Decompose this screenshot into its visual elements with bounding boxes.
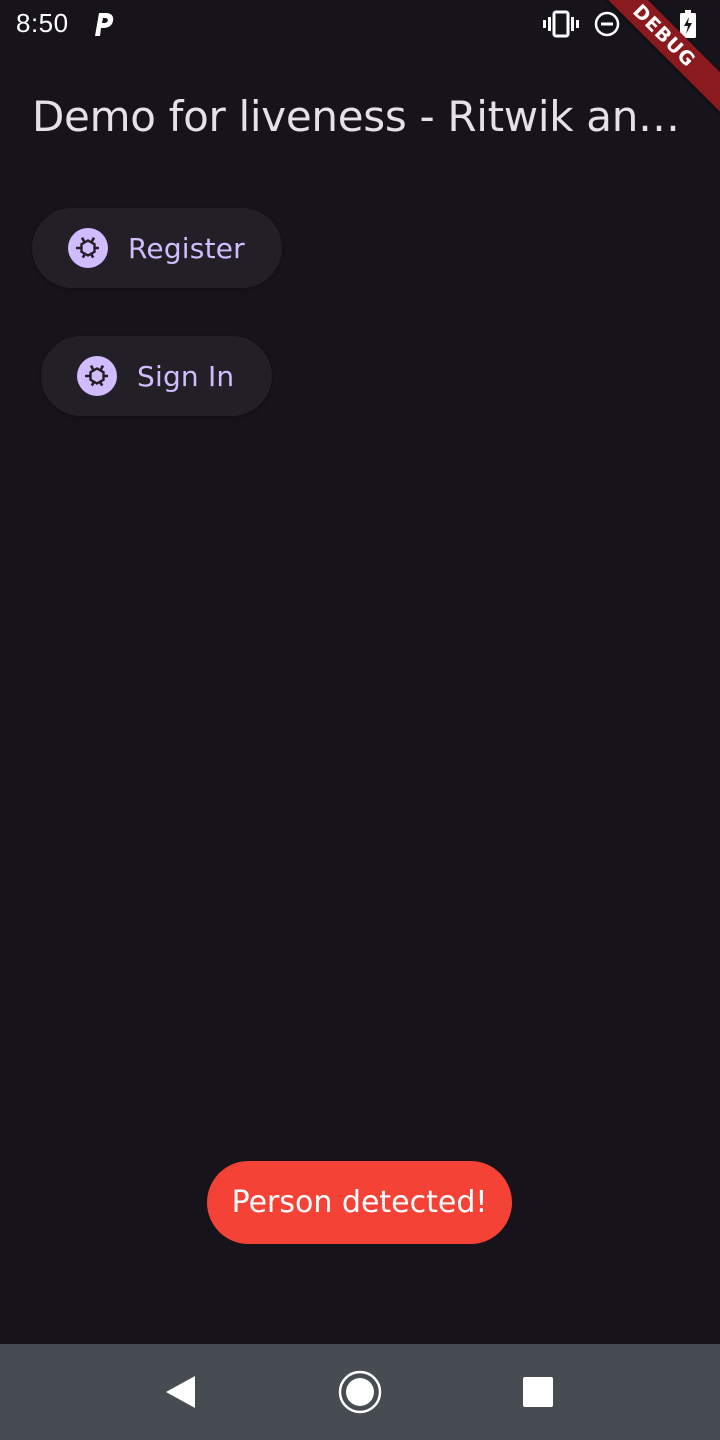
status-bar: 8:50 [0, 0, 720, 48]
sign-in-button[interactable]: Sign In [41, 336, 272, 416]
p-icon [95, 13, 114, 36]
battery-charging-icon [680, 10, 696, 38]
camera-shutter-icon [68, 228, 108, 268]
home-icon[interactable] [338, 1370, 382, 1414]
status-time: 8:50 [16, 8, 69, 38]
do-not-disturb-icon [594, 11, 620, 37]
toast-message: Person detected! [207, 1161, 512, 1244]
vibrate-icon [543, 10, 579, 38]
sign-in-button-label: Sign In [137, 359, 235, 393]
register-button-label: Register [128, 231, 245, 265]
page-title: Demo for liveness - Ritwik and S... [32, 92, 692, 141]
app-screen: 8:50 DEBUG Demo for liveness - Ritwik an… [0, 0, 720, 1440]
recents-icon[interactable] [522, 1376, 554, 1408]
camera-shutter-icon [77, 356, 117, 396]
register-button[interactable]: Register [32, 208, 282, 288]
system-nav-bar [0, 1344, 720, 1440]
toast-text: Person detected! [231, 1185, 488, 1220]
wifi-icon [632, 11, 664, 36]
back-icon[interactable] [162, 1372, 198, 1412]
